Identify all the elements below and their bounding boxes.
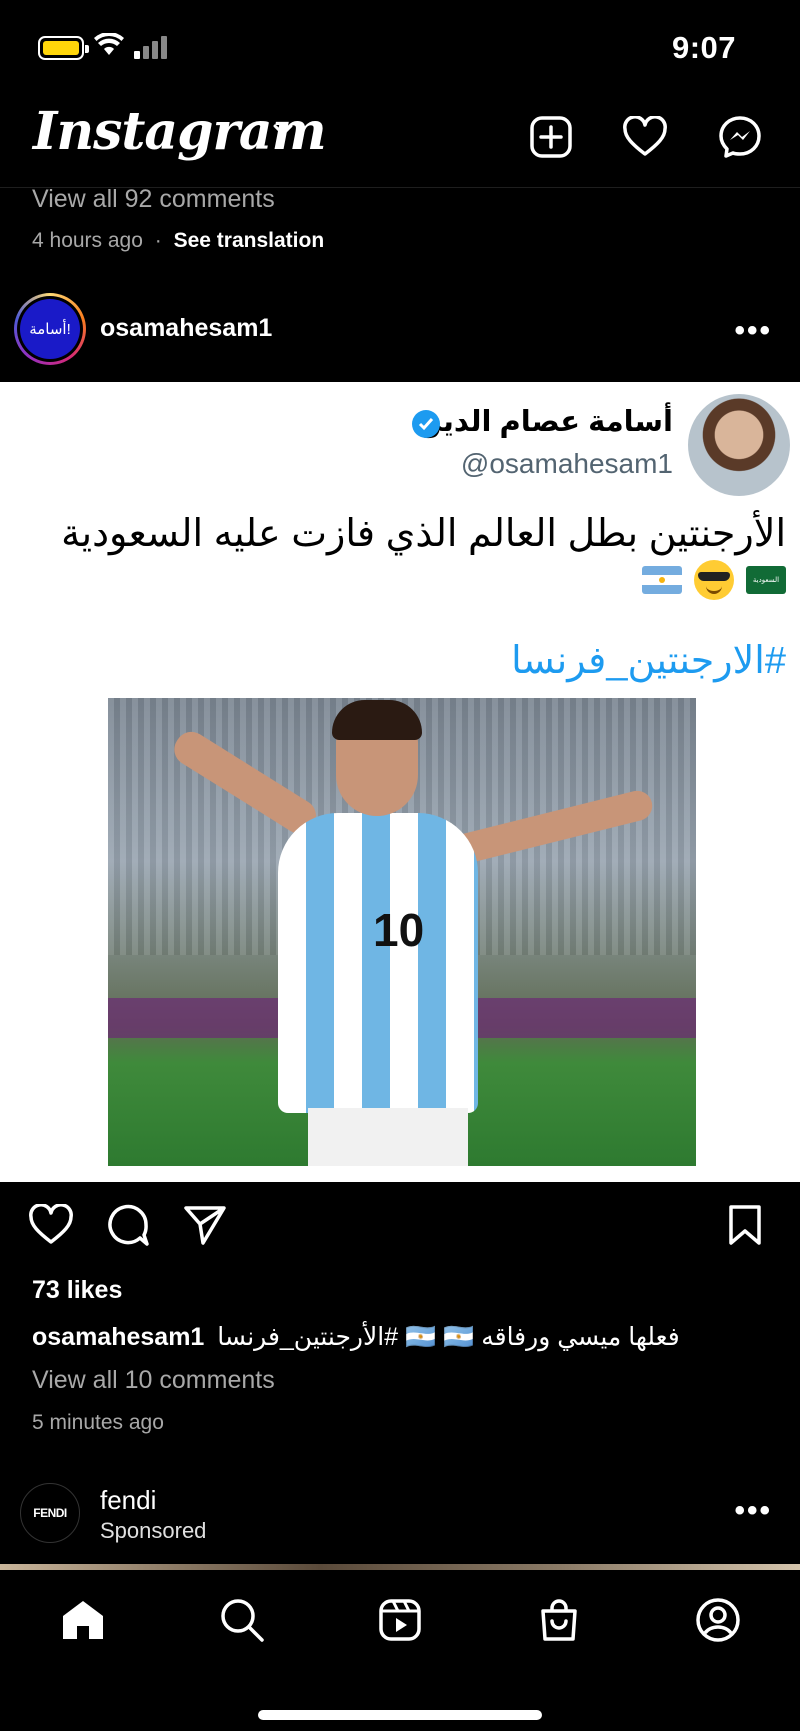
messenger-icon bbox=[719, 116, 761, 158]
reels-icon bbox=[379, 1599, 421, 1641]
caption-text: فعلها ميسي ورفاقه 🇦🇷 🇦🇷 #الأرجنتين_فرنسا bbox=[217, 1323, 680, 1351]
like-button[interactable] bbox=[26, 1200, 76, 1250]
tweet-text: الأرجنتين بطل العالم الذي فازت عليه السع… bbox=[61, 513, 786, 555]
search-icon bbox=[221, 1599, 264, 1642]
post-header: أسامة! osamahesam1 ••• bbox=[0, 286, 800, 381]
view-all-comments-link[interactable]: View all 92 comments bbox=[32, 185, 275, 214]
tweet-emoji-row: السعودية bbox=[642, 560, 786, 600]
app-header: Instagram bbox=[0, 95, 800, 188]
post-image[interactable]: أسامة عصام الدين @osamahesam1 الأرجنتين … bbox=[0, 382, 800, 1182]
nav-home[interactable] bbox=[55, 1592, 111, 1648]
bookmark-icon bbox=[729, 1205, 761, 1245]
status-bar: 9:07 bbox=[0, 0, 800, 95]
nav-search[interactable] bbox=[214, 1592, 270, 1648]
profile-icon bbox=[696, 1598, 740, 1642]
caption-username[interactable]: osamahesam1 bbox=[32, 1323, 204, 1351]
tweet-display-name: أسامة عصام الدين bbox=[416, 406, 673, 438]
heart-icon bbox=[623, 116, 667, 156]
sponsored-label: Sponsored bbox=[100, 1518, 207, 1543]
home-indicator[interactable] bbox=[258, 1710, 542, 1720]
post-username[interactable]: osamahesam1 bbox=[100, 314, 272, 343]
comment-button[interactable] bbox=[103, 1200, 153, 1250]
chevron-down-icon[interactable] bbox=[272, 123, 294, 137]
messenger-button[interactable] bbox=[716, 113, 764, 161]
home-icon bbox=[63, 1601, 103, 1639]
likes-count[interactable]: 73 likes bbox=[32, 1276, 122, 1305]
saudi-flag-icon: السعودية bbox=[746, 566, 786, 594]
sponsor-username[interactable]: fendi bbox=[100, 1485, 156, 1516]
tweet-handle: @osamahesam1 bbox=[460, 448, 673, 479]
tweet-avatar bbox=[688, 394, 790, 496]
post-meta: 4 hours ago · See translation bbox=[32, 229, 324, 253]
more-options-icon[interactable]: ••• bbox=[734, 1494, 772, 1528]
argentina-flag-icon bbox=[642, 566, 682, 594]
post-actions bbox=[0, 1200, 800, 1260]
sunglasses-emoji-icon bbox=[694, 560, 734, 600]
jersey-number: 10 bbox=[373, 904, 425, 956]
comment-icon bbox=[108, 1204, 149, 1246]
view-all-comments-link[interactable]: View all 10 comments bbox=[32, 1366, 275, 1395]
battery-icon bbox=[38, 36, 89, 60]
nav-shop[interactable] bbox=[531, 1592, 587, 1648]
avatar[interactable]: أسامة! bbox=[14, 293, 86, 365]
sponsor-avatar[interactable]: FENDI bbox=[20, 1483, 80, 1543]
clock: 9:07 bbox=[671, 30, 736, 65]
post-age: 5 minutes ago bbox=[32, 1411, 164, 1434]
share-icon bbox=[184, 1206, 226, 1245]
bottom-nav bbox=[0, 1570, 800, 1731]
post-caption: osamahesam1 فعلها ميسي ورفاقه 🇦🇷 🇦🇷 #الأ… bbox=[32, 1322, 680, 1352]
avatar-text: أسامة! bbox=[20, 299, 80, 359]
shop-icon bbox=[541, 1599, 577, 1641]
nav-reels[interactable] bbox=[372, 1592, 428, 1648]
nav-profile[interactable] bbox=[690, 1592, 746, 1648]
separator: · bbox=[154, 229, 162, 252]
wifi-icon bbox=[94, 33, 124, 55]
create-button[interactable] bbox=[527, 113, 575, 161]
cellular-signal-icon bbox=[134, 36, 167, 59]
notifications-button[interactable] bbox=[621, 113, 669, 161]
create-icon bbox=[530, 116, 572, 158]
like-icon bbox=[29, 1204, 73, 1244]
see-translation-link[interactable]: See translation bbox=[174, 229, 325, 252]
bookmark-button[interactable] bbox=[720, 1200, 770, 1250]
share-button[interactable] bbox=[180, 1200, 230, 1250]
more-options-icon[interactable]: ••• bbox=[734, 314, 772, 348]
post-age: 4 hours ago bbox=[32, 229, 143, 252]
tweet-hashtag: #الارجنتين_فرنسا bbox=[511, 640, 786, 682]
player-photo: 10 bbox=[108, 698, 696, 1166]
verified-badge-icon bbox=[412, 410, 440, 438]
